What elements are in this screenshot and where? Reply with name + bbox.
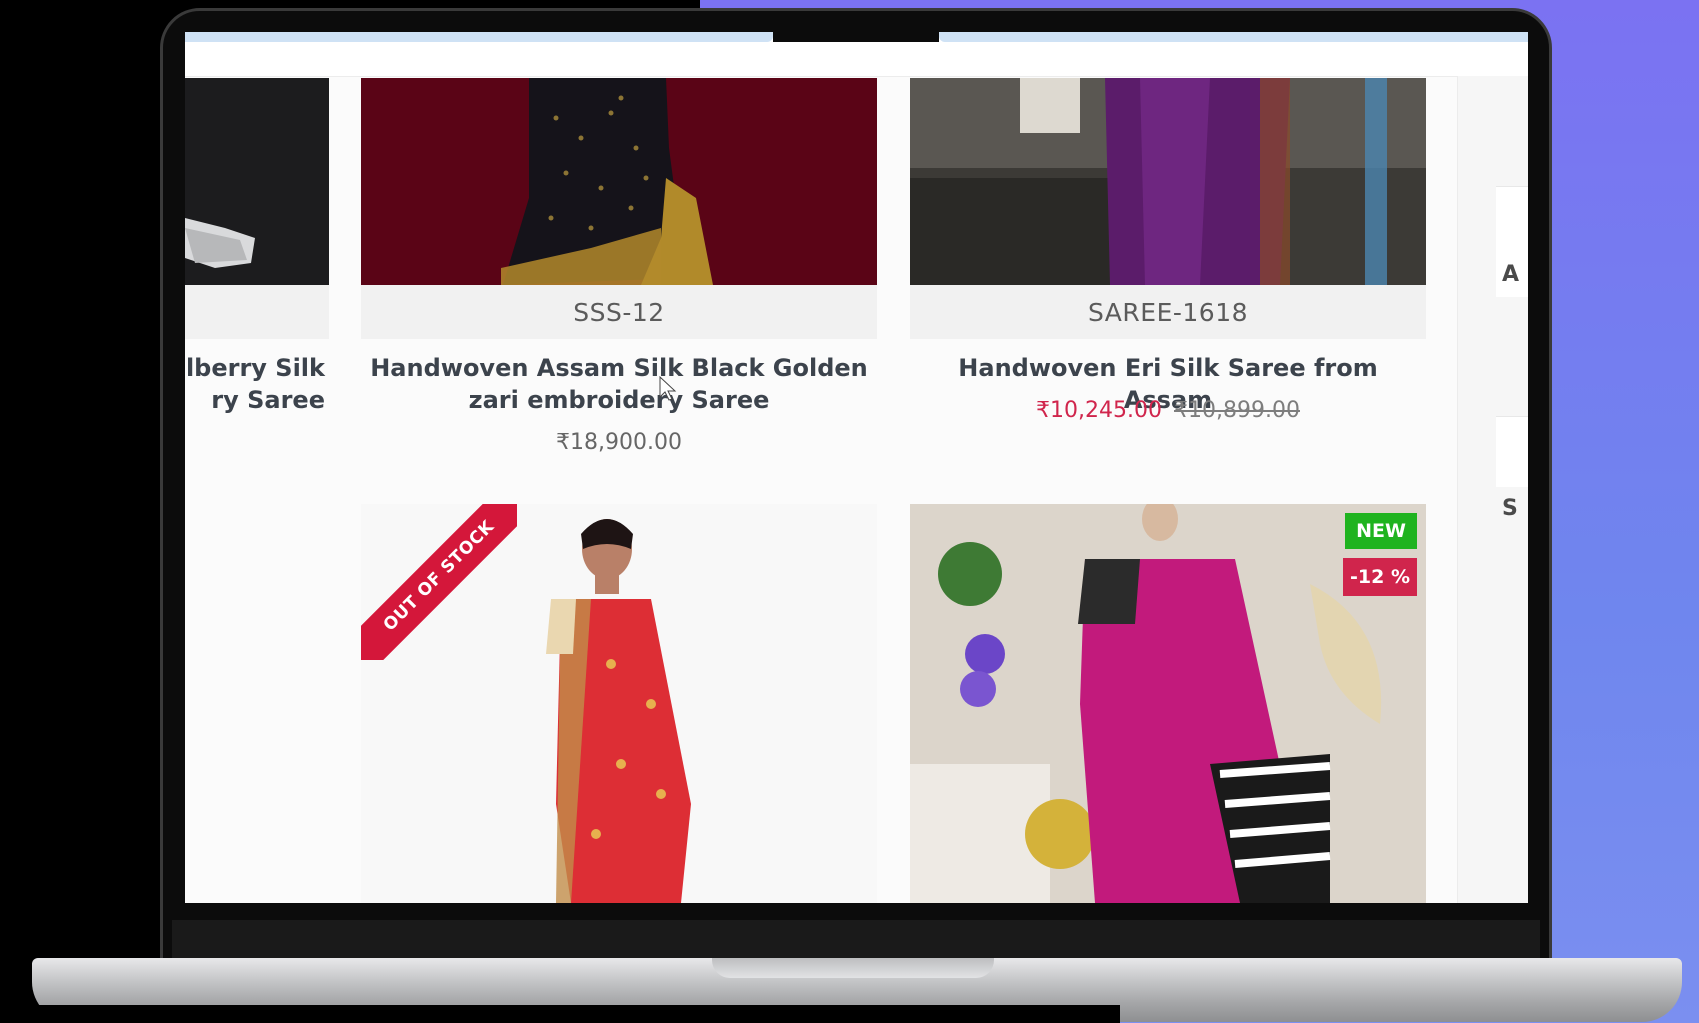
product-price: ₹18,900.00 (556, 430, 682, 455)
out-of-stock-ribbon: OUT OF STOCK (361, 504, 517, 660)
product-title[interactable]: lberry Silk ry Saree (185, 352, 325, 416)
background-bottom (0, 1005, 1120, 1023)
filter-heading: S (1502, 496, 1518, 521)
title-line[interactable]: Handwoven Assam Silk Black Golden (361, 352, 877, 384)
product-photo (910, 78, 1426, 285)
product-price: ₹10,245.00 ₹10,899.00 (910, 398, 1426, 423)
sku-bar: SAREE-1618 (910, 285, 1426, 339)
header-strip-left (185, 32, 773, 42)
sale-price: ₹10,245.00 (1036, 398, 1162, 423)
ribbon-label: OUT OF STOCK (361, 504, 517, 660)
filter-heading: A (1502, 262, 1520, 287)
new-badge: NEW (1345, 513, 1417, 549)
product-image[interactable] (910, 78, 1426, 285)
header-strip-right (939, 32, 1528, 42)
top-header-bar (185, 32, 1528, 77)
product-title[interactable]: Handwoven Assam Silk Black Golden zari e… (361, 352, 877, 416)
sidebar-filters: A S (1457, 76, 1528, 903)
discount-badge: -12 % (1343, 558, 1417, 596)
product-image[interactable] (361, 78, 877, 285)
title-line[interactable]: ry Saree (185, 384, 325, 416)
product-photo (185, 78, 329, 285)
sku-bar (185, 285, 329, 339)
title-line[interactable]: zari embroidery Saree (361, 384, 877, 416)
camera-notch (773, 32, 939, 42)
title-line[interactable]: lberry Silk (185, 352, 325, 384)
laptop-hinge (172, 920, 1540, 960)
mouse-cursor-icon (659, 376, 677, 401)
sku-bar: SSS-12 (361, 285, 877, 339)
old-price: ₹10,899.00 (1174, 398, 1300, 423)
product-image[interactable] (185, 78, 329, 285)
browser-screen: lberry Silk ry Saree SSS-12 Handwoven As… (185, 32, 1528, 903)
product-photo (361, 78, 877, 285)
laptop-lid-notch (712, 958, 994, 978)
filter-box (1496, 416, 1528, 487)
